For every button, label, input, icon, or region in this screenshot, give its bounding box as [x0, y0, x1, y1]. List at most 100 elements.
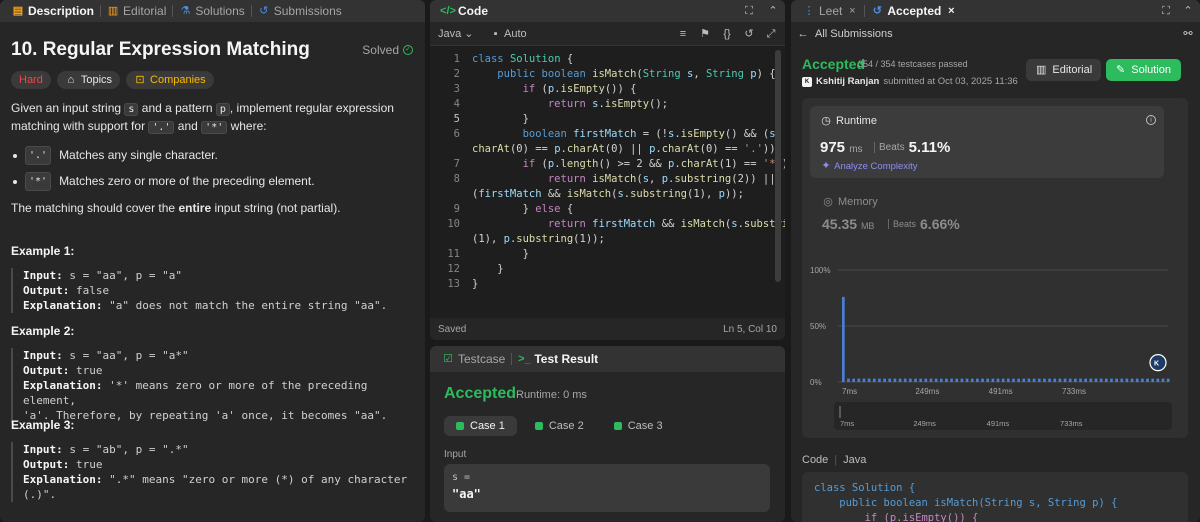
- all-submissions-link[interactable]: All Submissions: [815, 28, 893, 40]
- chart-bar: [945, 378, 948, 382]
- check-icon: [456, 422, 464, 430]
- maximize-icon[interactable]: ⛶: [1160, 5, 1172, 17]
- result-status: Accepted: [444, 385, 517, 402]
- chart-bar: [1068, 378, 1072, 382]
- code-icon: </>: [440, 5, 456, 17]
- inline-code: p: [215, 103, 230, 116]
- chip-icon: ◎: [823, 196, 833, 208]
- code-line: class Solution {: [472, 53, 574, 65]
- tab-accepted[interactable]: ↺ Accepted ×: [865, 4, 963, 18]
- chart-bar: [919, 378, 922, 382]
- tab-test-result[interactable]: >_ Test Result: [512, 352, 604, 366]
- language-select[interactable]: Java ⌄: [438, 27, 474, 40]
- example-box: Input: s = "ab", p = ".*" Output: true E…: [11, 442, 416, 502]
- collapse-icon[interactable]: ⌃: [1182, 5, 1194, 17]
- memory-label[interactable]: ◎ Memory: [822, 196, 878, 208]
- code-tabbar: </> Code ⛶ ⌃: [430, 0, 785, 22]
- maximize-icon[interactable]: ⛶: [743, 5, 755, 17]
- inline-code: '*': [25, 172, 52, 191]
- code-icon: ⋮: [803, 5, 815, 17]
- runtime-card[interactable]: ◷ Runtime i 975 ms Beats 5.11% ✦ Analyze…: [810, 106, 1164, 178]
- editorial-button[interactable]: ▥ Editorial: [1026, 59, 1101, 81]
- analyze-complexity-link[interactable]: ✦ Analyze Complexity: [820, 160, 917, 172]
- tab-leet[interactable]: ⋮ Leet ×: [797, 4, 864, 18]
- code-header: Code | Java: [802, 454, 867, 466]
- runtime-beats: Beats 5.11%: [874, 139, 950, 156]
- case-tab[interactable]: Case 1: [444, 416, 517, 436]
- chart-bar: [878, 378, 881, 382]
- code-line: public boolean isMatch(String s, String …: [497, 68, 776, 80]
- link-icon[interactable]: ⚯: [1182, 28, 1194, 40]
- chart-bar: [903, 378, 907, 382]
- reset-icon[interactable]: ↺: [743, 28, 755, 40]
- chart-bar: [955, 378, 959, 382]
- chart-bar: [970, 378, 974, 382]
- runtime-label: ◷ Runtime: [821, 115, 877, 127]
- bookmark-icon[interactable]: ⚑: [699, 28, 711, 40]
- chart-bar: [1161, 378, 1165, 382]
- chart-bar: [914, 378, 917, 382]
- code-line: return isMatch(s, p.substring(2)) ||: [547, 173, 776, 185]
- chart-bar: [991, 378, 995, 382]
- format-icon[interactable]: ≡: [677, 28, 689, 40]
- example-box: Input: s = "aa", p = "a*" Output: true E…: [11, 348, 416, 423]
- solved-status: Solved ✓: [362, 43, 413, 57]
- avatar: K: [802, 76, 812, 87]
- test-tabbar: ☑ Testcase >_ Test Result: [430, 346, 785, 372]
- solution-button[interactable]: ✎ Solution: [1106, 59, 1181, 81]
- chart-bar: [1135, 378, 1139, 382]
- collapse-icon[interactable]: ⌃: [767, 5, 779, 17]
- topics-badge[interactable]: ⌂ Topics: [56, 71, 121, 89]
- chart-bar: [1130, 378, 1134, 382]
- companies-badge[interactable]: ⊡ Companies: [126, 71, 214, 89]
- tab-submissions[interactable]: ↺ Submissions: [252, 4, 348, 18]
- chart-bar: [1079, 378, 1082, 382]
- testcases-passed: 354 / 354 testcases passed: [858, 59, 968, 69]
- info-icon[interactable]: i: [1146, 115, 1156, 125]
- example-title: Example 2:: [11, 324, 75, 338]
- x-tick-label: 7ms: [842, 387, 857, 396]
- auto-mode[interactable]: ▪ Auto: [490, 28, 527, 40]
- close-icon[interactable]: ×: [846, 5, 858, 17]
- chart-bar: [1012, 378, 1015, 382]
- tab-description[interactable]: ▤ Description: [6, 4, 100, 18]
- chart-bar: [872, 378, 876, 382]
- submission-panel: ⋮ Leet × ↺ Accepted × ⛶ ⌃ ← All Submissi…: [791, 0, 1200, 522]
- chart-bar: [950, 378, 953, 382]
- code-line: if (p.length() >= 2 && p.charAt(1) == '*…: [522, 158, 785, 170]
- inline-code: s: [124, 103, 139, 116]
- arrow-left-icon[interactable]: ←: [797, 28, 809, 40]
- runtime-distribution-chart[interactable]: 100% 50% 0% 7ms 249ms 491ms 733ms K 7ms 249ms 491m…: [802, 258, 1188, 438]
- chart-bar: [883, 378, 886, 382]
- chart-bar: [893, 378, 897, 382]
- difficulty-badge[interactable]: Hard: [11, 71, 51, 89]
- case-tab[interactable]: Case 3: [602, 416, 675, 436]
- code-line: (1), p.substring(1));: [472, 233, 605, 245]
- code-line: if (p.isEmpty()) {: [522, 83, 637, 95]
- code-line: if (p.isEmpty()) {: [814, 512, 979, 522]
- chart-bar: [1110, 378, 1113, 382]
- history-icon: ↺: [259, 5, 269, 17]
- lock-icon: ▪: [493, 27, 498, 40]
- expand-icon[interactable]: ⤢: [765, 28, 777, 40]
- tab-code[interactable]: </> Code: [436, 4, 494, 18]
- chart-bar: [996, 378, 1000, 382]
- tab-solutions[interactable]: ⚗ Solutions: [173, 4, 250, 18]
- code-line: }: [472, 248, 529, 260]
- editor-scrollbar[interactable]: [775, 50, 781, 282]
- case-tab[interactable]: Case 2: [523, 416, 596, 436]
- chart-bar: [1146, 378, 1149, 382]
- braces-icon[interactable]: {}: [721, 28, 733, 40]
- close-icon[interactable]: ×: [945, 5, 957, 17]
- x-tick-label: 491ms: [989, 387, 1013, 396]
- tab-testcase[interactable]: ☑ Testcase: [436, 352, 511, 366]
- brush-tick-label: 733ms: [1060, 419, 1083, 428]
- tab-editorial[interactable]: ▥ Editorial: [101, 4, 172, 18]
- check-circle-icon: ✓: [403, 45, 413, 55]
- submission-subnav: ← All Submissions ⚯: [791, 22, 1200, 46]
- chart-bar: [1141, 378, 1144, 382]
- chart-bar: [852, 378, 855, 382]
- bullet-item: '.' Matches any single character.: [11, 146, 416, 165]
- code-line: return s.isEmpty();: [547, 98, 669, 110]
- chart-bar: [1017, 378, 1020, 382]
